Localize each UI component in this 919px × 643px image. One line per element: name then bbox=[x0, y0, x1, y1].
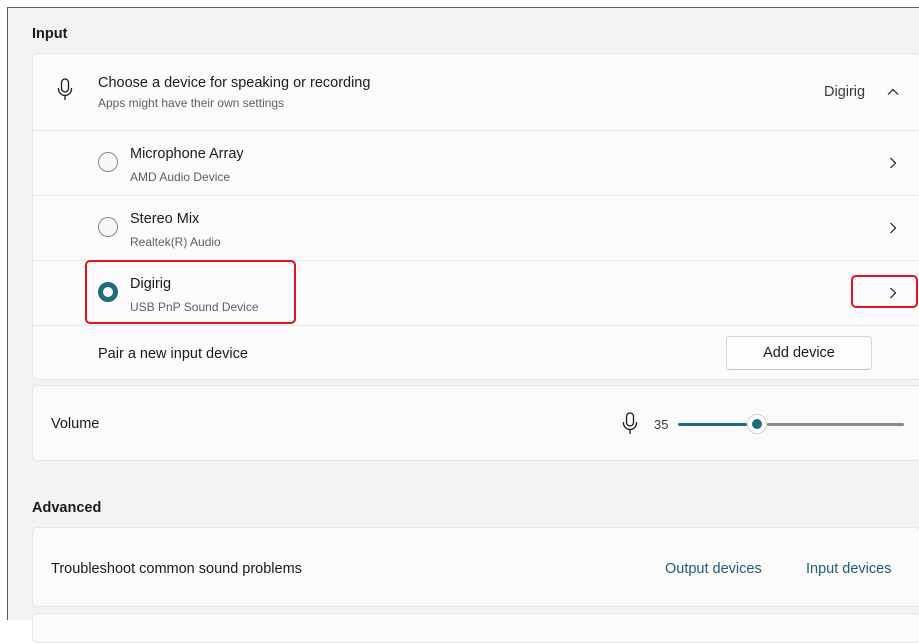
chevron-up-icon[interactable] bbox=[886, 85, 900, 99]
microphone-icon[interactable] bbox=[622, 412, 638, 436]
selected-device-value: Digirig bbox=[824, 84, 866, 100]
device-name: Stereo Mix bbox=[130, 211, 200, 227]
device-row-stereo-mix[interactable]: Stereo Mix Realtek(R) Audio bbox=[33, 196, 919, 260]
volume-value: 35 bbox=[654, 417, 669, 432]
chevron-right-icon[interactable] bbox=[886, 221, 900, 235]
device-chooser-subtitle: Apps might have their own settings bbox=[98, 96, 285, 110]
device-row-microphone-array[interactable]: Microphone Array AMD Audio Device bbox=[33, 131, 919, 195]
device-chooser-row[interactable]: Choose a device for speaking or recordin… bbox=[33, 54, 919, 130]
radio-microphone-array[interactable] bbox=[98, 152, 118, 172]
volume-label: Volume bbox=[51, 416, 100, 432]
volume-slider-track bbox=[767, 423, 904, 426]
device-subtitle: Realtek(R) Audio bbox=[130, 235, 221, 249]
highlight-device-chevron bbox=[851, 275, 918, 308]
input-devices-link[interactable]: Input devices bbox=[806, 561, 891, 577]
next-settings-card bbox=[32, 613, 919, 643]
chevron-right-icon[interactable] bbox=[886, 156, 900, 170]
volume-slider[interactable] bbox=[678, 414, 904, 434]
input-section-title: Input bbox=[32, 26, 68, 42]
device-subtitle: AMD Audio Device bbox=[130, 170, 231, 184]
device-name: Microphone Array bbox=[130, 146, 244, 162]
device-chooser-title: Choose a device for speaking or recordin… bbox=[98, 75, 371, 91]
settings-panel: Input Choose a device for speaking or re… bbox=[7, 7, 919, 643]
pair-device-row: Pair a new input device Add device bbox=[33, 326, 919, 379]
output-devices-link[interactable]: Output devices bbox=[665, 561, 762, 577]
volume-slider-fill bbox=[678, 423, 747, 426]
radio-stereo-mix[interactable] bbox=[98, 217, 118, 237]
volume-card: Volume 35 bbox=[32, 385, 919, 461]
troubleshoot-label: Troubleshoot common sound problems bbox=[51, 561, 302, 577]
input-device-card: Choose a device for speaking or recordin… bbox=[32, 53, 919, 380]
troubleshoot-card: Troubleshoot common sound problems Outpu… bbox=[32, 527, 919, 607]
highlight-selected-device bbox=[85, 260, 296, 324]
advanced-section-title: Advanced bbox=[32, 500, 102, 516]
volume-slider-thumb[interactable] bbox=[747, 414, 767, 434]
pair-device-label: Pair a new input device bbox=[98, 346, 248, 362]
microphone-icon bbox=[57, 78, 73, 100]
add-device-button[interactable]: Add device bbox=[726, 336, 872, 370]
